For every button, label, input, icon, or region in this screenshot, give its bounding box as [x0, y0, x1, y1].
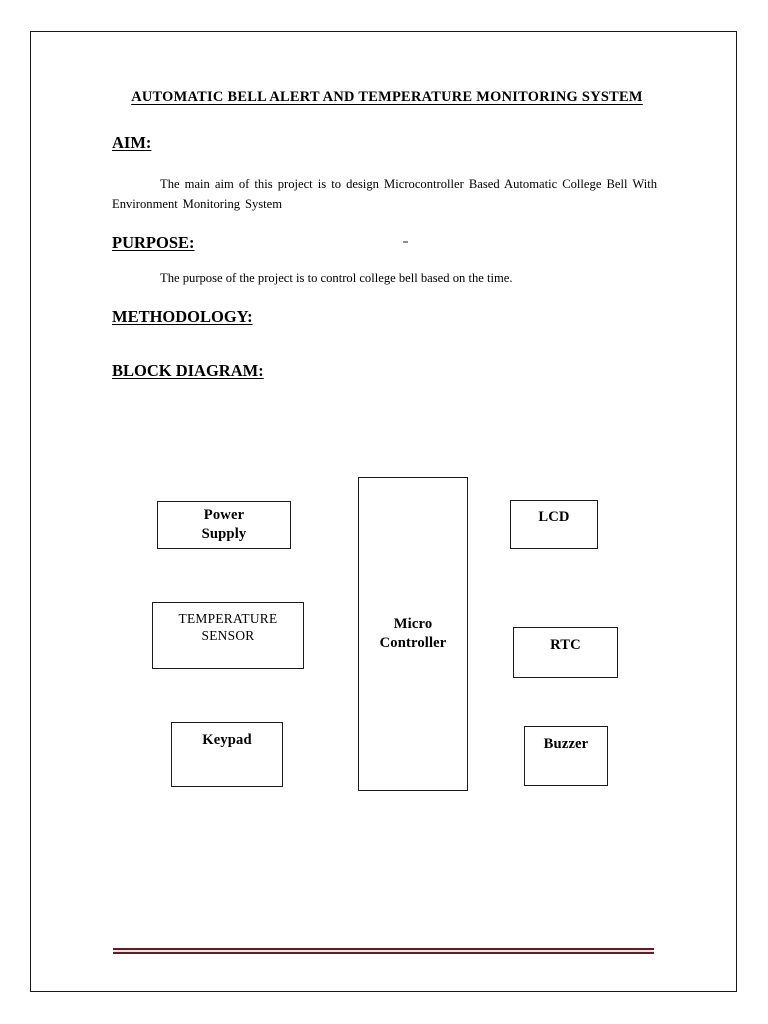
block-temperature-sensor-label: TEMPERATURE SENSOR: [179, 610, 278, 644]
block-temperature-sensor-line2: SENSOR: [201, 628, 255, 644]
block-temperature-sensor-line1: TEMPERATURE: [178, 611, 278, 626]
block-temperature-sensor: TEMPERATURE SENSOR: [152, 602, 304, 669]
block-rtc: RTC: [513, 627, 618, 678]
purpose-paragraph: The purpose of the project is to control…: [112, 269, 657, 289]
aim-paragraph: The main aim of this project is to desig…: [112, 175, 657, 215]
block-lcd: LCD: [510, 500, 598, 549]
block-diagram-heading-row: BLOCK DIAGRAM:: [112, 361, 657, 381]
page-title: AUTOMATIC BELL ALERT AND TEMPERATURE MON…: [131, 89, 643, 105]
footer-divider-band-bottom: [113, 951, 654, 954]
block-buzzer-label: Buzzer: [543, 736, 589, 752]
aim-paragraph-text: The main aim of this project is to desig…: [112, 177, 657, 212]
block-microcontroller: Micro Controller: [358, 477, 468, 791]
purpose-heading-row: PURPOSE:: [112, 233, 657, 253]
aim-heading-row: AIM:: [112, 133, 657, 153]
block-buzzer: Buzzer: [524, 726, 608, 786]
block-power-supply-line2: Supply: [201, 526, 247, 542]
scan-artifact-mark: [403, 241, 408, 243]
block-microcontroller-label: Micro Controller: [380, 615, 447, 652]
block-microcontroller-line2: Controller: [379, 635, 447, 651]
block-lcd-label: LCD: [538, 509, 570, 525]
section-heading-aim: AIM:: [112, 133, 152, 153]
section-heading-purpose: PURPOSE:: [112, 233, 195, 253]
block-keypad-label: Keypad: [202, 732, 252, 748]
block-power-supply-line1: Power: [203, 507, 245, 524]
section-heading-block-diagram: BLOCK DIAGRAM:: [112, 361, 264, 381]
block-keypad: Keypad: [171, 722, 283, 787]
footer-divider: [113, 948, 654, 954]
section-heading-methodology: METHODOLOGY:: [112, 307, 253, 327]
block-rtc-label: RTC: [550, 637, 581, 653]
methodology-heading-row: METHODOLOGY:: [112, 307, 657, 327]
block-microcontroller-line1: Micro: [393, 616, 433, 633]
purpose-paragraph-text: The purpose of the project is to control…: [160, 271, 513, 286]
block-power-supply-label: Power Supply: [202, 506, 247, 543]
block-power-supply: Power Supply: [157, 501, 291, 549]
document-body: AUTOMATIC BELL ALERT AND TEMPERATURE MON…: [112, 88, 657, 381]
